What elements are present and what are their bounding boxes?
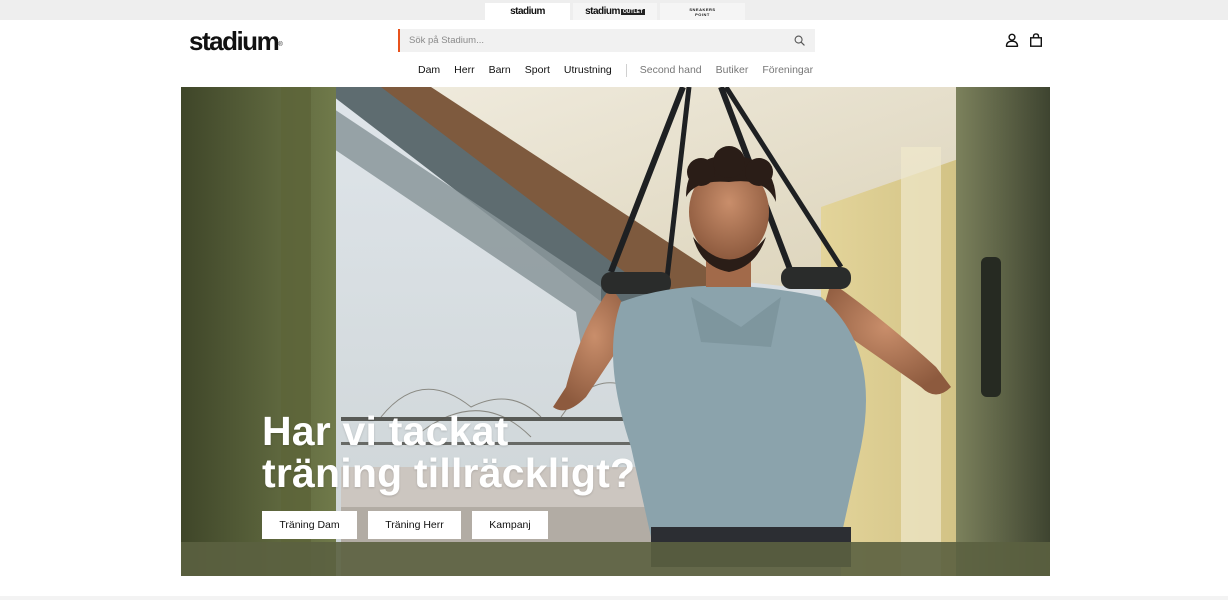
campaign-button[interactable]: Kampanj: [472, 511, 548, 539]
search-icon[interactable]: [794, 35, 805, 46]
sneakers-point-logo: SNEAKERS POINT: [689, 7, 715, 17]
stadium-logo[interactable]: stadium®: [189, 26, 283, 56]
nav-item-second-hand[interactable]: Second hand: [640, 64, 702, 76]
hero-banner[interactable]: Har vi tackat träning tillräckligt? Trän…: [181, 87, 1050, 576]
outlet-tag: OUTLET: [620, 8, 645, 15]
nav-item-butiker[interactable]: Butiker: [716, 64, 749, 76]
shopping-bag-icon[interactable]: [1029, 33, 1043, 47]
brand-switcher-bar: stadium stadium OUTLET SNEAKERS POINT: [0, 0, 1228, 20]
brand-tab-outlet-label: stadium: [585, 6, 620, 17]
hero-title-line2: träning tillräckligt?: [262, 450, 636, 496]
nav-item-barn[interactable]: Barn: [489, 64, 511, 76]
logo-mark: ®: [278, 42, 282, 48]
training-women-button[interactable]: Träning Dam: [262, 511, 357, 539]
nav-divider: [625, 63, 627, 77]
hero-image: [181, 87, 1050, 576]
account-icon[interactable]: [1005, 33, 1019, 47]
brand-tab-stadium-outlet[interactable]: stadium OUTLET: [573, 3, 657, 20]
nav-item-herr[interactable]: Herr: [454, 64, 474, 76]
nav-item-sport[interactable]: Sport: [525, 64, 550, 76]
search-input[interactable]: [400, 35, 780, 46]
search-bar[interactable]: [398, 29, 815, 52]
nav-item-dam[interactable]: Dam: [418, 64, 440, 76]
sneakers-point-line2: POINT: [695, 11, 710, 17]
hero-title: Har vi tackat träning tillräckligt?: [262, 410, 762, 494]
main-nav: Dam Herr Barn Sport Utrustning Second ha…: [418, 63, 827, 77]
nav-item-utrustning[interactable]: Utrustning: [564, 64, 612, 76]
hero-cta-row: Träning Dam Träning Herr Kampanj: [262, 511, 559, 539]
nav-item-foreningar[interactable]: Föreningar: [762, 64, 813, 76]
brand-tab-stadium-label: stadium: [510, 6, 545, 17]
training-men-button[interactable]: Träning Herr: [368, 511, 461, 539]
logo-text: stadium: [189, 26, 280, 56]
page-bottom-edge: [0, 596, 1228, 600]
hero-title-line1: Har vi tackat: [262, 408, 509, 454]
brand-tab-stadium[interactable]: stadium: [485, 3, 570, 20]
brand-tab-sneakers-point[interactable]: SNEAKERS POINT: [660, 3, 745, 20]
